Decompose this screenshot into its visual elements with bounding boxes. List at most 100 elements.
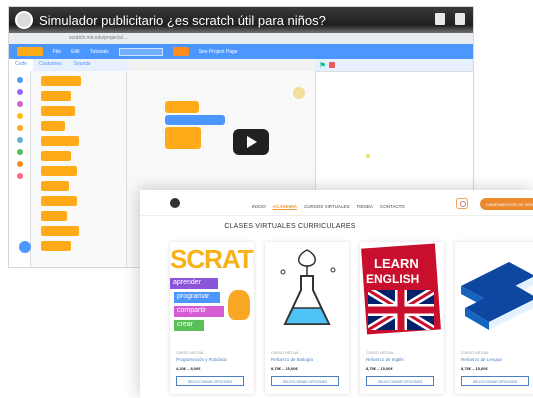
books-icon — [461, 262, 533, 330]
select-options-button[interactable]: SELECCIONAR OPCIONES — [176, 376, 244, 386]
section-title: CLASES VIRTUALES CURRICULARES — [224, 223, 356, 230]
menu-file: File — [53, 48, 62, 55]
card-price: 4,20€ – 8,00€ — [176, 366, 201, 371]
script-block — [165, 127, 201, 149]
stage-controls: ⚑ — [315, 59, 473, 71]
word-programar: programar — [174, 292, 220, 303]
block-palette — [31, 71, 127, 267]
card-name[interactable]: Refuerzo de Lengua — [461, 357, 502, 362]
project-title-field — [118, 47, 163, 56]
editor-tabs: Code Costumes Sounds — [9, 59, 129, 71]
nav-item-inicio[interactable]: INICIO — [252, 204, 266, 209]
card-price: 8,75€ – 15,00€ — [271, 366, 298, 371]
script-block — [165, 101, 199, 113]
course-card[interactable]: CURSO VIRTUAL Refuerzo de Biología 8,75€… — [265, 242, 349, 394]
tab-sounds: Sounds — [73, 61, 91, 67]
palette-block — [41, 166, 77, 176]
menu-tutorials: Tutorials — [89, 48, 109, 55]
word-crear: crear — [174, 320, 204, 331]
category-sound-icon — [16, 101, 23, 107]
palette-block — [41, 136, 79, 146]
video-header-icons — [435, 13, 465, 25]
card-category: CURSO VIRTUAL — [271, 351, 300, 355]
palette-block — [41, 106, 75, 116]
biology-course-image — [265, 242, 349, 337]
channel-avatar-icon[interactable] — [15, 11, 33, 29]
share-button — [172, 47, 189, 56]
sprite — [366, 154, 370, 158]
stop-icon — [329, 62, 335, 68]
category-variables-icon — [16, 161, 23, 167]
video-title-bar: Simulador publicitario ¿es scratch útil … — [9, 7, 473, 33]
palette-block — [41, 226, 79, 236]
card-name[interactable]: Refuerzo de Inglés — [366, 357, 404, 362]
video-play-icon[interactable] — [233, 129, 269, 155]
card-price: 8,75€ – 15,00€ — [461, 366, 488, 371]
header-divider — [140, 215, 533, 216]
select-options-button[interactable]: SELECCIONAR OPCIONES — [366, 376, 434, 386]
nav-item-academia[interactable]: ACADEMIA — [273, 204, 297, 209]
scratch-cat-icon — [228, 290, 250, 320]
card-category: CURSO VIRTUAL — [461, 351, 490, 355]
nav-item-cursos[interactable]: CURSOS VIRTUALES — [304, 204, 349, 209]
word-compartir: compartir — [174, 306, 224, 317]
word-english: ENGLISH — [366, 272, 420, 286]
category-myblocks-icon — [16, 173, 23, 179]
scratch-logo — [17, 47, 43, 56]
course-website: INICIO ACADEMIA CURSOS VIRTUALES TIENDA … — [140, 190, 533, 398]
course-card[interactable]: CURSO VIRTUAL Refuerzo de Lengua 8,75€ –… — [455, 242, 533, 394]
nav-item-tienda[interactable]: TIENDA — [356, 204, 373, 209]
sprite-thumbnail — [293, 87, 305, 99]
palette-block — [41, 76, 81, 86]
campamentos-button[interactable]: CAMPAMENTOS DE VERANO — [480, 198, 533, 210]
select-options-button[interactable]: SELECCIONAR OPCIONES — [271, 376, 339, 386]
palette-block — [41, 196, 77, 206]
watch-later-icon[interactable] — [435, 13, 445, 25]
category-control-icon — [16, 125, 23, 131]
share-icon[interactable] — [455, 13, 465, 25]
nav-item-contacto[interactable]: CONTACTO — [380, 204, 405, 209]
language-course-image — [455, 242, 533, 337]
see-project-page-link: See Project Page — [198, 48, 238, 55]
card-name[interactable]: Refuerzo de Biología — [271, 357, 313, 362]
card-price: 8,75€ – 15,00€ — [366, 366, 393, 371]
scratch-course-image: SCRATC aprender programar compartir crea… — [170, 242, 254, 337]
browser-url-bar: scratch.mit.edu/projects/... — [9, 33, 473, 44]
palette-block — [41, 91, 71, 101]
tab-code: Code — [9, 59, 33, 71]
uk-flag-icon — [368, 290, 434, 330]
menu-edit: Edit — [71, 48, 80, 55]
tab-costumes: Costumes — [38, 61, 62, 67]
select-options-button[interactable]: SELECCIONAR OPCIONES — [461, 376, 529, 386]
word-aprender: aprender — [170, 278, 218, 289]
course-card[interactable]: SCRATC aprender programar compartir crea… — [170, 242, 254, 394]
category-operators-icon — [16, 149, 23, 155]
video-title[interactable]: Simulador publicitario ¿es scratch útil … — [39, 13, 326, 28]
palette-block — [41, 151, 71, 161]
script-block — [165, 115, 225, 125]
green-flag-icon: ⚑ — [319, 61, 327, 70]
category-events-icon — [16, 113, 23, 119]
course-card[interactable]: LEARN ENGLISH CURSO VIRTUAL Refuerzo de … — [360, 242, 444, 394]
category-motion-icon — [16, 77, 23, 83]
stage — [315, 71, 473, 191]
palette-block — [41, 241, 71, 251]
site-logo[interactable] — [170, 198, 180, 208]
scratch-menu-bar: File Edit Tutorials See Project Page — [9, 44, 473, 59]
block-categories — [9, 71, 31, 267]
card-name[interactable]: Programación y Robótica — [176, 357, 227, 362]
card-category: CURSO VIRTUAL — [176, 351, 205, 355]
category-sensing-icon — [16, 137, 23, 143]
search-icon[interactable] — [456, 198, 468, 209]
scratch-wordmark: SCRATC — [170, 244, 254, 274]
card-category: CURSO VIRTUAL — [366, 351, 395, 355]
english-course-image: LEARN ENGLISH — [360, 242, 444, 337]
category-looks-icon — [16, 89, 23, 95]
word-learn: LEARN — [374, 256, 419, 271]
palette-block — [41, 121, 65, 131]
site-nav: INICIO ACADEMIA CURSOS VIRTUALES TIENDA … — [252, 204, 405, 209]
palette-block — [41, 211, 67, 221]
flask-icon — [280, 249, 336, 325]
palette-block — [41, 181, 69, 191]
add-extension-icon — [19, 241, 31, 253]
